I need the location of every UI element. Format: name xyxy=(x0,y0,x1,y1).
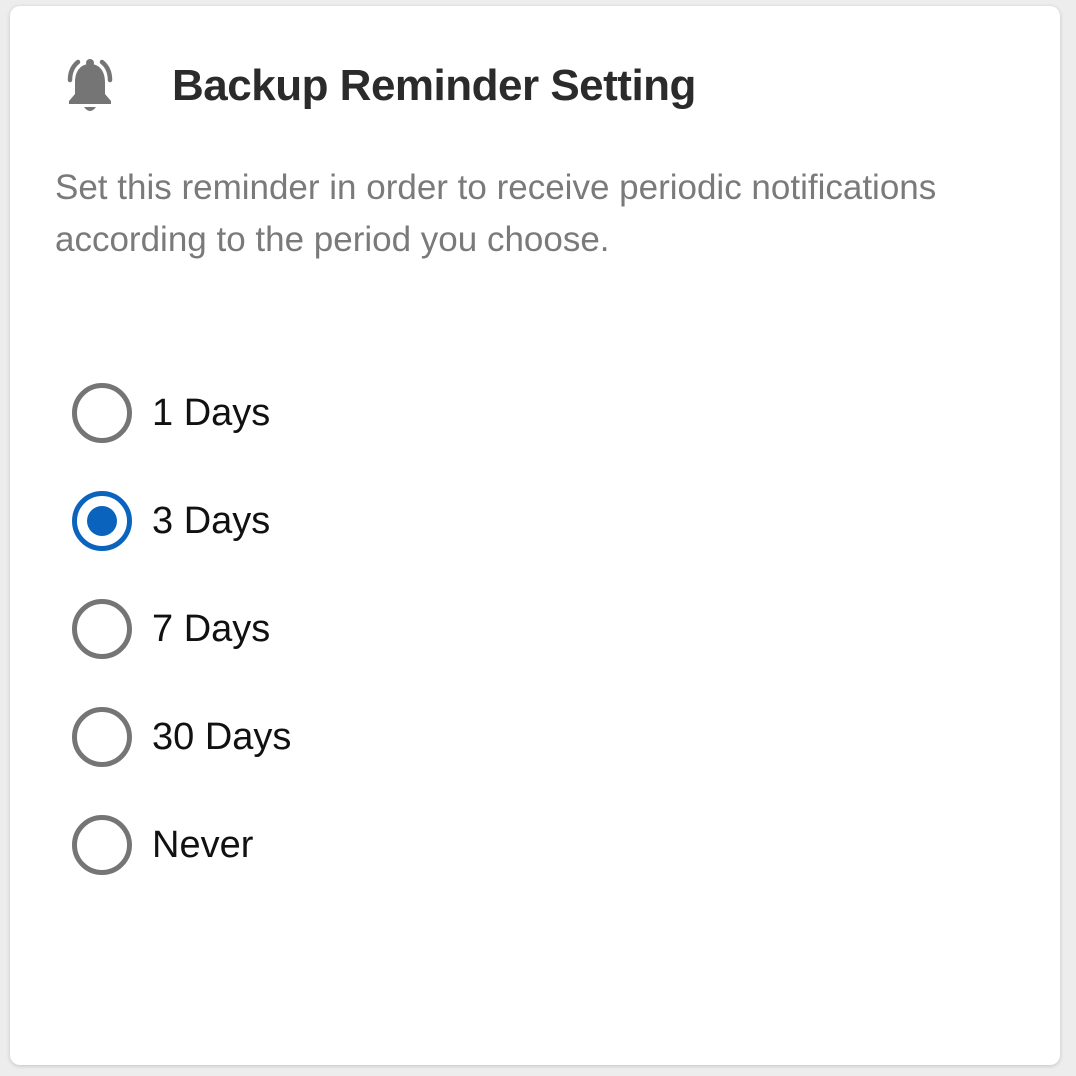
dialog-header: Backup Reminder Setting xyxy=(58,46,696,126)
option-label: 1 Days xyxy=(152,391,271,434)
option-label: Never xyxy=(152,823,254,866)
option-label: 30 Days xyxy=(152,715,292,758)
dialog-description: Set this reminder in order to receive pe… xyxy=(55,168,937,259)
radio-button[interactable] xyxy=(72,599,132,659)
backup-reminder-dialog: Backup Reminder Setting Set this reminde… xyxy=(10,6,1060,1065)
radio-button[interactable] xyxy=(72,707,132,767)
radio-button[interactable] xyxy=(72,815,132,875)
option-never[interactable]: Never xyxy=(72,773,972,917)
radio-selected-dot xyxy=(87,506,117,536)
radio-button[interactable] xyxy=(72,383,132,443)
option-label: 7 Days xyxy=(152,607,271,650)
bell-ringing-icon xyxy=(58,54,122,118)
reminder-period-options: 1 Days 3 Days 7 Days 30 Days Never xyxy=(72,341,972,917)
dialog-title: Backup Reminder Setting xyxy=(172,61,696,110)
option-label: 3 Days xyxy=(152,499,271,542)
radio-button[interactable] xyxy=(72,491,132,551)
